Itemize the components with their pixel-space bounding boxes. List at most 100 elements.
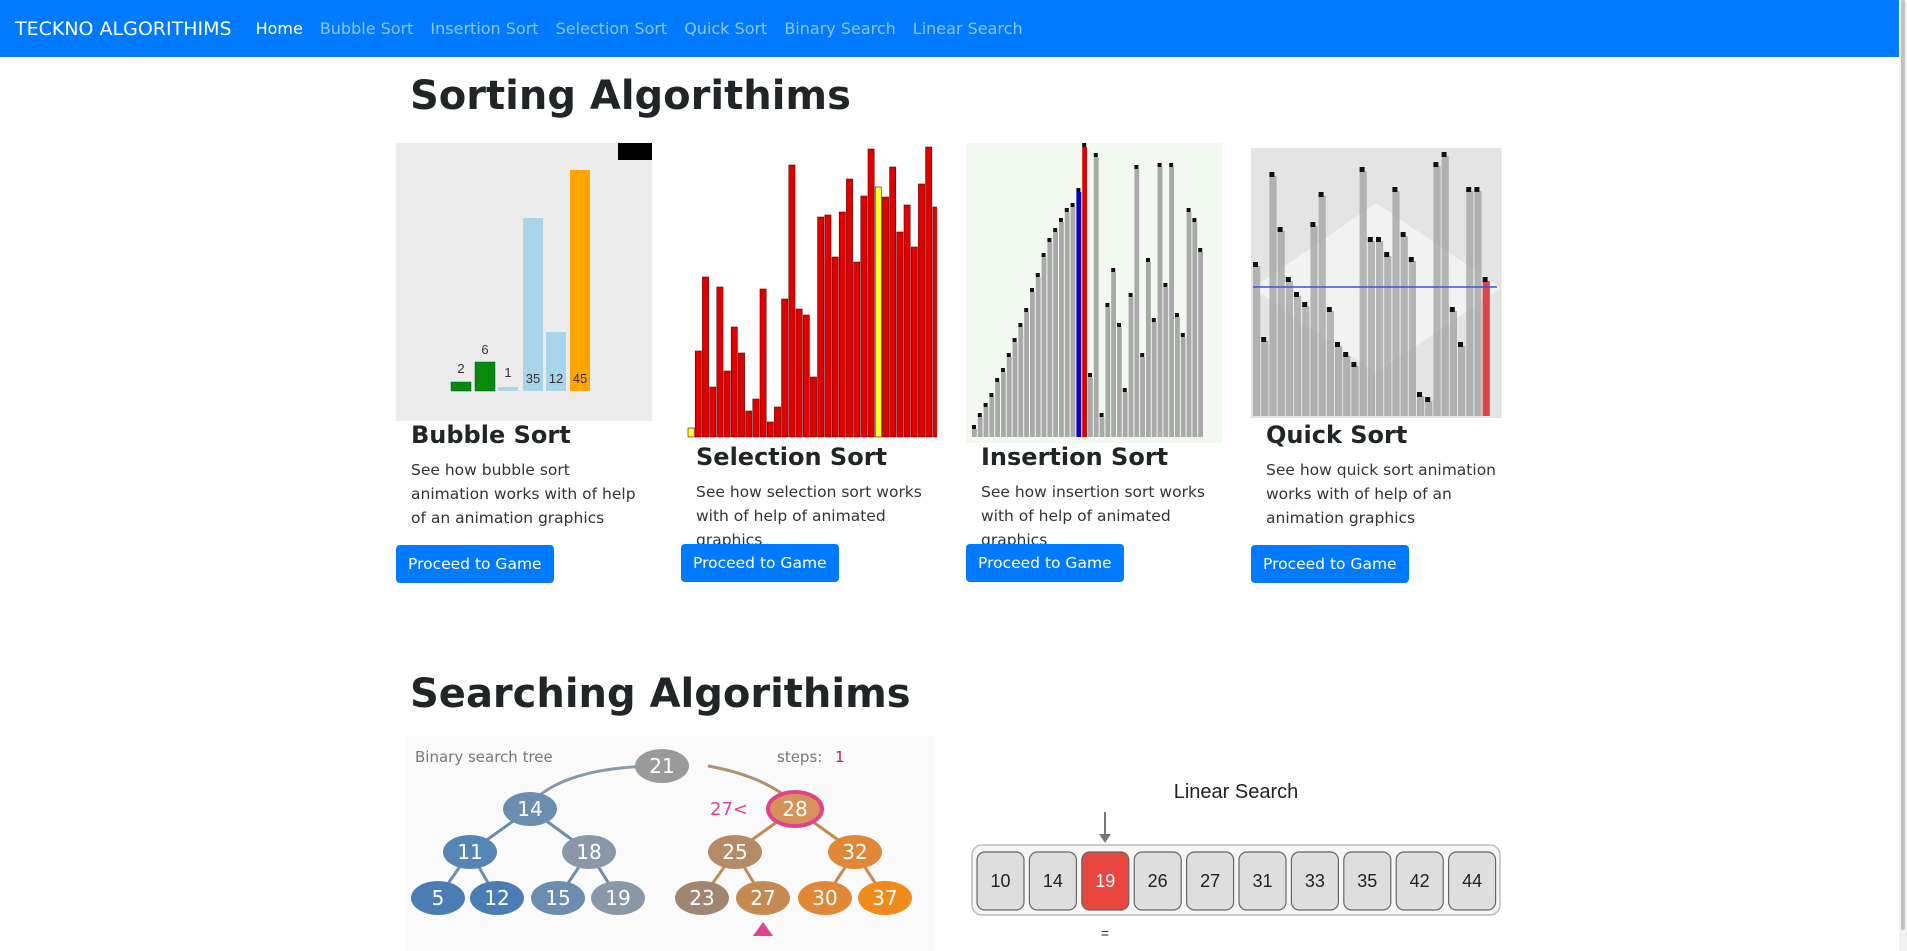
quicksort-bar <box>1326 311 1334 416</box>
insertion-bar <box>1035 277 1041 437</box>
quicksort-marker <box>1474 187 1480 192</box>
brand-logo[interactable]: TECKNO ALGORITHIMS <box>15 18 232 40</box>
quicksort-marker <box>1269 172 1275 177</box>
quicksort-marker <box>1302 302 1308 307</box>
quicksort-bar <box>1294 296 1302 416</box>
insertion-bar <box>1099 417 1105 437</box>
scrollbar-thumb[interactable] <box>1901 0 1905 930</box>
insertion-marker <box>1006 353 1011 357</box>
proceed-to-game-button[interactable]: Proceed to Game <box>1251 545 1409 583</box>
quicksort-bar <box>1285 281 1293 416</box>
bst-node-label: 14 <box>517 797 542 821</box>
array-cell-value: 26 <box>1148 871 1168 891</box>
insertion-marker <box>1192 218 1197 222</box>
quicksort-bar <box>1433 166 1441 416</box>
selection-bar <box>730 326 738 438</box>
insertion-sort-image <box>966 143 1222 443</box>
nav-bubble-sort[interactable]: Bubble Sort <box>320 19 414 38</box>
bst-node-label: 15 <box>545 886 570 910</box>
selection-bar <box>910 246 918 438</box>
insertion-marker <box>1146 258 1150 262</box>
selection-bar <box>766 421 774 438</box>
quicksort-bar <box>1384 256 1392 416</box>
nav-home[interactable]: Home <box>256 19 303 38</box>
insertion-marker <box>995 378 1000 382</box>
insertion-bar <box>1134 169 1140 437</box>
bst-node-label: 5 <box>432 886 445 910</box>
bubble-bar-label: 45 <box>573 371 587 386</box>
insertion-bar <box>977 417 983 437</box>
selection-bar <box>810 376 817 438</box>
insertion-marker <box>1059 218 1063 222</box>
linear-search-title: Linear Search <box>1174 781 1299 803</box>
insertion-bar <box>983 407 989 437</box>
quicksort-bar <box>1466 191 1474 416</box>
insertion-bar <box>1151 322 1157 437</box>
insertion-bar <box>1082 147 1087 437</box>
nav-binary-search[interactable]: Binary Search <box>784 19 895 38</box>
array-cell-value: 35 <box>1357 871 1377 891</box>
insertion-bar <box>1012 342 1018 437</box>
card-description: See how insertion sort works with of hel… <box>981 483 1206 549</box>
selection-bar <box>716 286 724 438</box>
insertion-marker <box>1030 288 1034 292</box>
bst-caption: Binary search tree <box>415 748 553 766</box>
proceed-to-game-button[interactable]: Proceed to Game <box>966 544 1124 582</box>
proceed-to-game-button[interactable]: Proceed to Game <box>681 544 839 582</box>
card-title: Bubble Sort <box>411 421 571 449</box>
quicksort-marker <box>1441 152 1447 157</box>
insertion-bar <box>1122 392 1128 437</box>
quicksort-marker <box>1261 337 1267 342</box>
bst-node-label: 30 <box>812 886 837 910</box>
quicksort-bar <box>1253 266 1261 416</box>
quicksort-marker <box>1408 257 1414 262</box>
vertical-scrollbar[interactable] <box>1899 0 1907 951</box>
insertion-bar <box>1128 297 1134 437</box>
quicksort-bar <box>1302 306 1310 416</box>
insertion-marker <box>1012 338 1017 342</box>
selection-sort-image <box>687 146 937 438</box>
nav-selection-sort[interactable]: Selection Sort <box>556 19 668 38</box>
bst-node-label: 37 <box>872 886 897 910</box>
selection-bar <box>824 214 832 438</box>
quicksort-bar <box>1261 341 1269 416</box>
insertion-marker <box>1140 353 1145 357</box>
card-selection-sort: Selection Sort See how selection sort wo… <box>681 143 937 583</box>
selection-bar <box>774 406 781 438</box>
selection-bar <box>788 164 796 438</box>
insertion-bar <box>1059 222 1064 437</box>
array-cell-value: 10 <box>990 871 1010 891</box>
selection-bar <box>795 308 803 438</box>
quicksort-bar <box>1441 156 1449 416</box>
quicksort-bar <box>1408 261 1416 416</box>
quicksort-marker <box>1351 362 1357 367</box>
searching-heading: Searching Algorithims <box>410 671 911 717</box>
selection-bar <box>882 196 889 438</box>
quicksort-marker <box>1425 397 1431 402</box>
proceed-to-game-button[interactable]: Proceed to Game <box>396 545 554 583</box>
selection-bar <box>918 183 925 438</box>
insertion-bar <box>1006 357 1012 437</box>
array-cell-value: 19 <box>1095 871 1115 891</box>
insertion-bar <box>995 382 1000 437</box>
insertion-marker <box>1105 303 1110 307</box>
quicksort-marker <box>1318 192 1324 197</box>
insertion-bar <box>1070 207 1076 437</box>
bubble-bar-label: 12 <box>549 371 563 386</box>
quicksort-marker <box>1285 277 1291 282</box>
insertion-marker <box>1041 253 1046 257</box>
insertion-marker <box>1169 163 1174 167</box>
card-description: See how selection sort works with of hel… <box>696 483 922 549</box>
selection-bar <box>867 148 875 438</box>
quicksort-bar <box>1367 241 1375 416</box>
selection-bar <box>745 410 753 438</box>
nav-linear-search[interactable]: Linear Search <box>913 19 1023 38</box>
insertion-bar <box>1117 327 1122 437</box>
quicksort-marker <box>1417 392 1422 397</box>
quicksort-bar <box>1417 396 1425 416</box>
nav-quick-sort[interactable]: Quick Sort <box>684 19 767 38</box>
nav-insertion-sort[interactable]: Insertion Sort <box>430 19 538 38</box>
selection-bar <box>694 350 702 438</box>
bst-node-label: 32 <box>842 840 867 864</box>
card-insertion-sort: Insertion Sort See how insertion sort wo… <box>966 143 1222 583</box>
